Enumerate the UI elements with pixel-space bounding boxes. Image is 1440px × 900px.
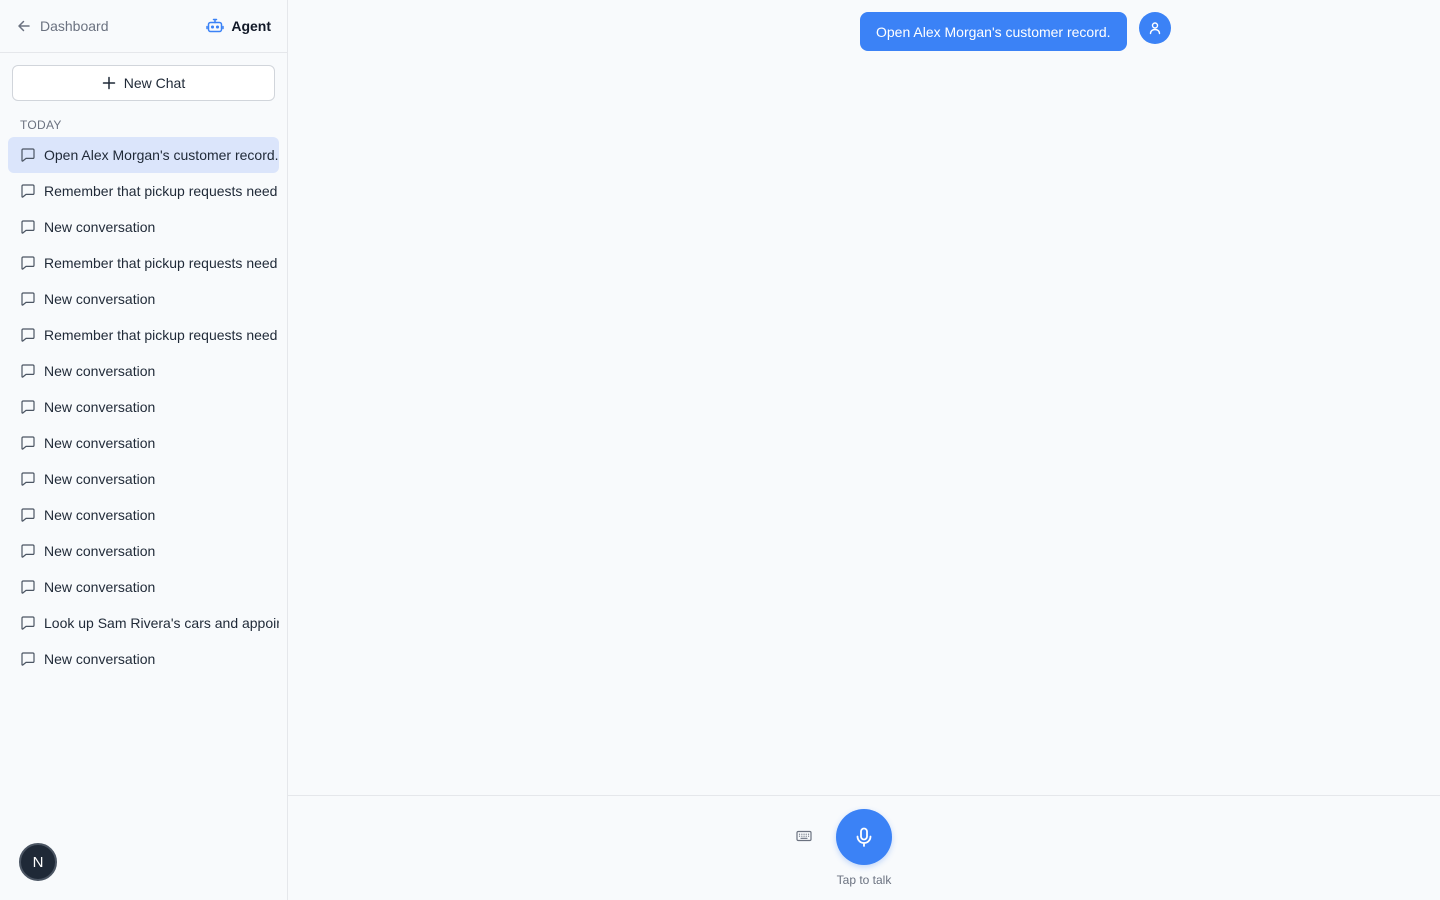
conversation-item[interactable]: New conversation	[8, 461, 279, 497]
chat-bubble-icon	[21, 184, 35, 198]
conversation-item[interactable]: New conversation	[8, 389, 279, 425]
section-label-today: TODAY	[20, 118, 62, 132]
keyboard-toggle-button[interactable]	[793, 827, 815, 845]
chat-bubble-icon	[21, 472, 35, 486]
user-message-row: Open Alex Morgan's customer record.	[860, 12, 1171, 51]
conversation-label: New conversation	[44, 363, 156, 379]
conversation-item[interactable]: Remember that pickup requests need	[8, 173, 279, 209]
conversation-label: Look up Sam Rivera's cars and appointmen…	[44, 615, 279, 631]
back-label: Dashboard	[40, 18, 109, 34]
chat-main: Open Alex Morgan's customer record. Tap …	[288, 0, 1440, 900]
new-chat-label: New Chat	[123, 75, 186, 91]
conversation-label: Remember that pickup requests need	[44, 327, 278, 343]
conversation-item[interactable]: Look up Sam Rivera's cars and appointmen…	[8, 605, 279, 641]
conversation-label: New conversation	[44, 651, 156, 667]
chat-bubble-icon	[21, 328, 35, 342]
conversation-label: New conversation	[44, 579, 156, 595]
user-initial: N	[32, 853, 44, 871]
robot-icon	[206, 18, 225, 33]
microphone-icon	[856, 827, 872, 847]
keyboard-icon	[796, 830, 812, 842]
conversation-item[interactable]: New conversation	[8, 353, 279, 389]
user-message-bubble: Open Alex Morgan's customer record.	[860, 12, 1127, 51]
tap-to-talk-button[interactable]	[836, 809, 892, 865]
conversation-item[interactable]: New conversation	[8, 425, 279, 461]
tap-to-talk-label: Tap to talk	[836, 873, 892, 887]
conversation-label: New conversation	[44, 435, 156, 451]
voice-input-bar: Tap to talk	[288, 795, 1440, 900]
sidebar-header: Dashboard Agent	[0, 0, 287, 53]
sidebar: Dashboard Agent New Chat TODAY Open Alex…	[0, 0, 288, 900]
conversation-label: New conversation	[44, 507, 156, 523]
chat-bubble-icon	[21, 580, 35, 594]
conversation-label: Open Alex Morgan's customer record.	[44, 147, 279, 163]
chat-bubble-icon	[21, 544, 35, 558]
chat-bubble-icon	[21, 220, 35, 234]
conversation-label: Remember that pickup requests need	[44, 255, 278, 271]
conversation-item[interactable]: Remember that pickup requests need	[8, 245, 279, 281]
conversation-label: New conversation	[44, 291, 156, 307]
back-to-dashboard-link[interactable]: Dashboard	[16, 18, 109, 34]
chat-bubble-icon	[21, 148, 35, 162]
conversation-item[interactable]: Open Alex Morgan's customer record.	[8, 137, 279, 173]
conversation-list: Open Alex Morgan's customer record. Remem…	[8, 137, 279, 677]
chat-bubble-icon	[21, 364, 35, 378]
conversation-item[interactable]: New conversation	[8, 533, 279, 569]
conversation-item[interactable]: New conversation	[8, 281, 279, 317]
chat-bubble-icon	[21, 400, 35, 414]
conversation-label: New conversation	[44, 399, 156, 415]
chat-bubble-icon	[21, 436, 35, 450]
user-icon	[1149, 22, 1160, 35]
agent-title: Agent	[206, 17, 271, 35]
conversation-label: New conversation	[44, 543, 156, 559]
chat-bubble-icon	[21, 616, 35, 630]
conversation-item[interactable]: New conversation	[8, 497, 279, 533]
new-chat-button[interactable]: New Chat	[12, 65, 275, 101]
arrow-left-icon	[18, 20, 30, 32]
chat-bubble-icon	[21, 652, 35, 666]
user-avatar[interactable]: N	[19, 843, 57, 881]
conversation-label: New conversation	[44, 471, 156, 487]
plus-icon	[102, 76, 116, 90]
conversation-label: New conversation	[44, 219, 156, 235]
chat-bubble-icon	[21, 508, 35, 522]
conversation-item[interactable]: New conversation	[8, 641, 279, 677]
conversation-item[interactable]: Remember that pickup requests need	[8, 317, 279, 353]
conversation-label: Remember that pickup requests need	[44, 183, 278, 199]
conversation-item[interactable]: New conversation	[8, 209, 279, 245]
conversation-item[interactable]: New conversation	[8, 569, 279, 605]
agent-label: Agent	[231, 18, 271, 34]
user-message-avatar	[1138, 12, 1171, 44]
chat-bubble-icon	[21, 256, 35, 270]
chat-bubble-icon	[21, 292, 35, 306]
